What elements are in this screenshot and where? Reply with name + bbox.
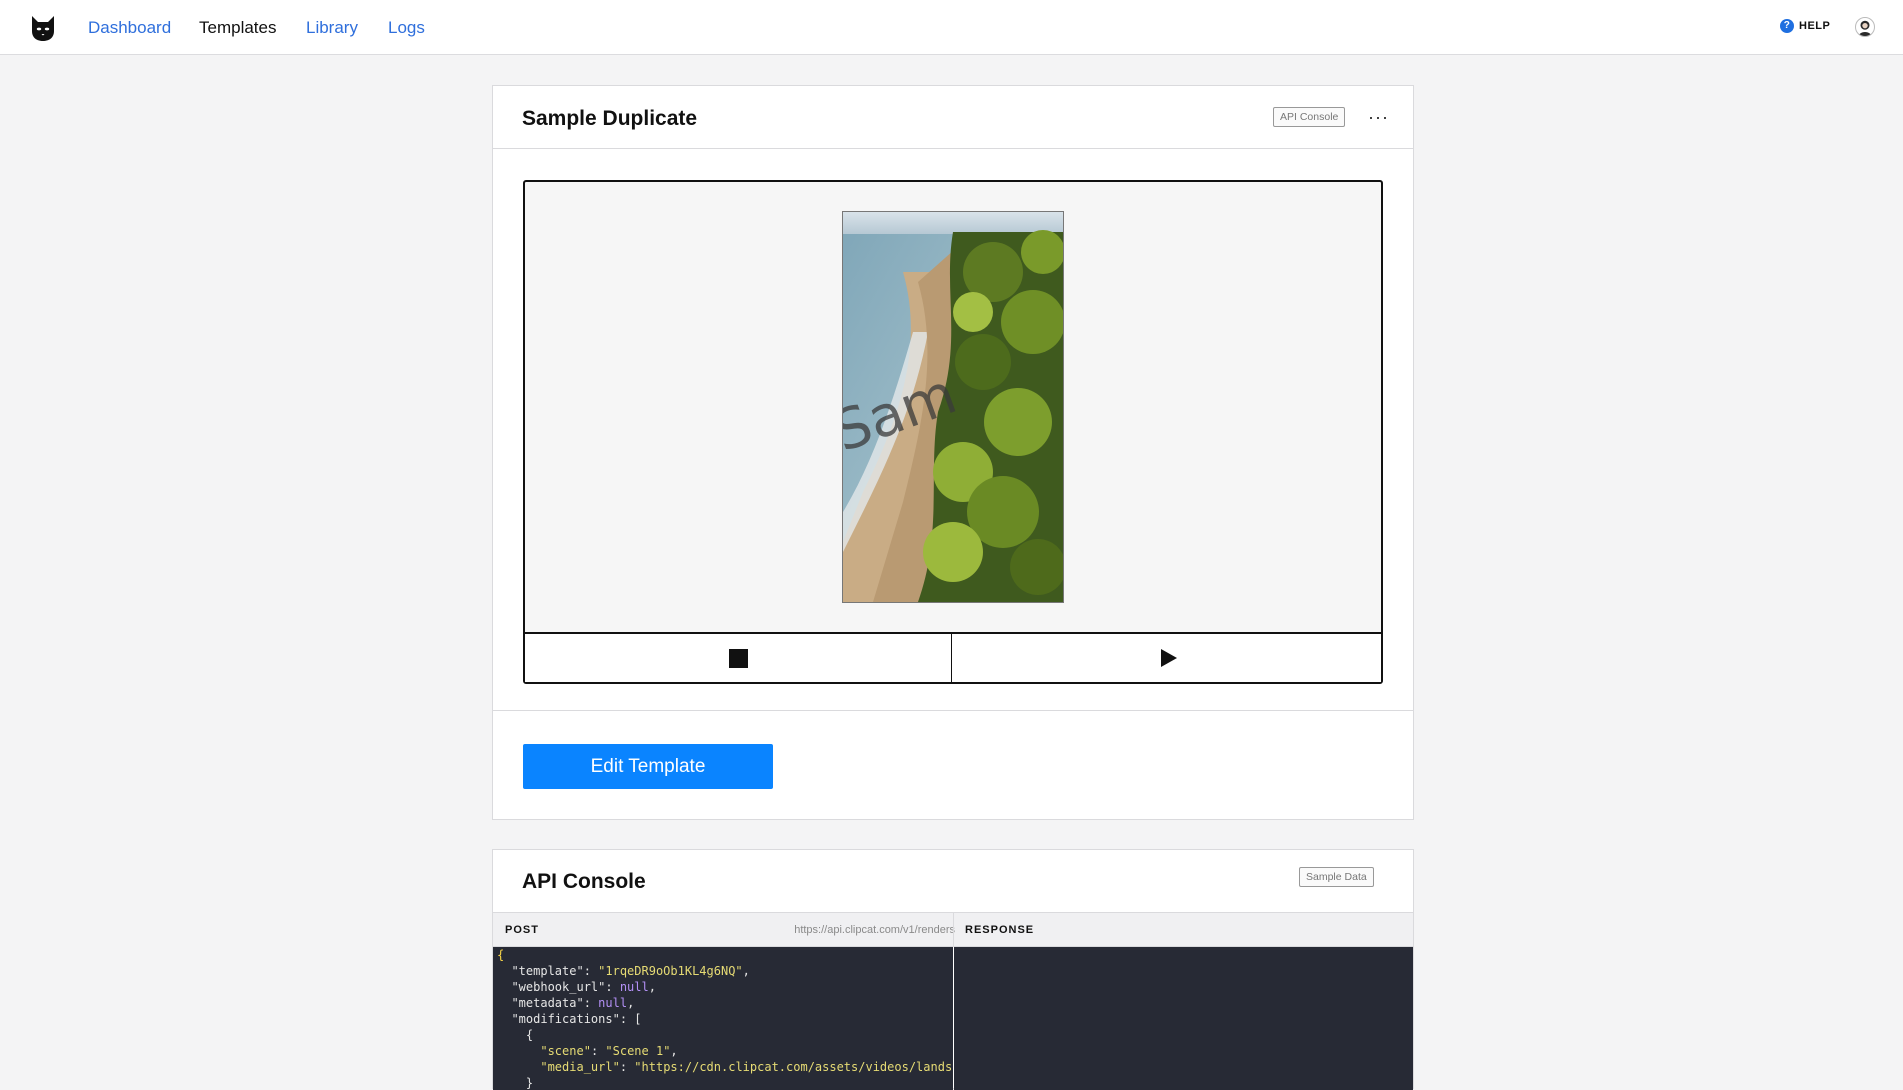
template-card: Sample Duplicate API Console ··· Sam Edi… — [492, 85, 1414, 820]
code-media-value: "https://cdn.clipcat.com/assets/videos/l… — [634, 1060, 953, 1074]
playback-controls — [525, 632, 1381, 682]
user-avatar[interactable] — [1855, 17, 1875, 37]
code-scene-value: "Scene 1" — [605, 1044, 671, 1058]
console-header: POST https://api.clipcat.com/v1/renders … — [493, 912, 1413, 947]
top-navigation-bar: Dashboard Templates Library Logs ? HELP — [0, 0, 1903, 55]
template-title: Sample Duplicate — [522, 107, 698, 130]
help-label: HELP — [1799, 20, 1831, 32]
video-thumbnail[interactable]: Sam — [842, 211, 1064, 603]
api-console-card: API Console Sample Data POST https://api… — [492, 849, 1414, 1090]
api-console-button[interactable]: API Console — [1273, 107, 1346, 127]
nav-logs[interactable]: Logs — [388, 18, 425, 38]
code-webhook-value: null — [619, 980, 649, 994]
nav-library[interactable]: Library — [306, 18, 358, 38]
api-console-title: API Console — [522, 870, 646, 893]
code-metadata-key: "metadata" — [511, 996, 584, 1010]
play-icon — [1160, 649, 1177, 667]
code-scene-key: "scene" — [540, 1044, 591, 1058]
stop-icon — [728, 648, 748, 668]
response-output — [954, 947, 1413, 1090]
code-metadata-value: null — [598, 996, 628, 1010]
nav-dashboard[interactable]: Dashboard — [88, 18, 171, 38]
code-array-open: [ — [634, 1012, 642, 1026]
nav-templates[interactable]: Templates — [199, 18, 276, 38]
code-object-close: } — [525, 1076, 534, 1090]
code-template-key: "template" — [511, 964, 584, 978]
code-template-value: "1rqeDR9oOb1KL4g6NQ" — [598, 964, 743, 978]
code-media-key: "media_url" — [540, 1060, 620, 1074]
help-button[interactable]: ? HELP — [1780, 19, 1830, 33]
user-avatar-icon — [1858, 20, 1872, 36]
video-preview: Sam — [523, 180, 1383, 684]
code-webhook-key: "webhook_url" — [511, 980, 606, 994]
code-open-brace: { — [497, 948, 505, 962]
play-button[interactable] — [952, 634, 1381, 682]
edit-template-button[interactable]: Edit Template — [523, 744, 773, 789]
code-object-open: { — [525, 1028, 534, 1042]
beach-landscape-image: Sam — [843, 212, 1063, 602]
cat-logo-icon[interactable] — [29, 14, 57, 42]
question-circle-icon: ? — [1780, 19, 1794, 33]
card-footer-divider — [493, 710, 1413, 711]
response-label: RESPONSE — [965, 924, 1035, 936]
code-modifications-key: "modifications" — [511, 1012, 620, 1026]
endpoint-url: https://api.clipcat.com/v1/renders — [794, 924, 955, 936]
console-split-divider — [953, 913, 954, 946]
request-method-label: POST — [505, 924, 539, 936]
stop-button[interactable] — [525, 634, 952, 682]
card-header-divider — [493, 148, 1413, 149]
sample-data-button[interactable]: Sample Data — [1299, 867, 1374, 887]
more-options-icon[interactable]: ··· — [1368, 108, 1389, 126]
request-body-editor[interactable]: { "template": "1rqeDR9oOb1KL4g6NQ", "web… — [493, 947, 953, 1090]
